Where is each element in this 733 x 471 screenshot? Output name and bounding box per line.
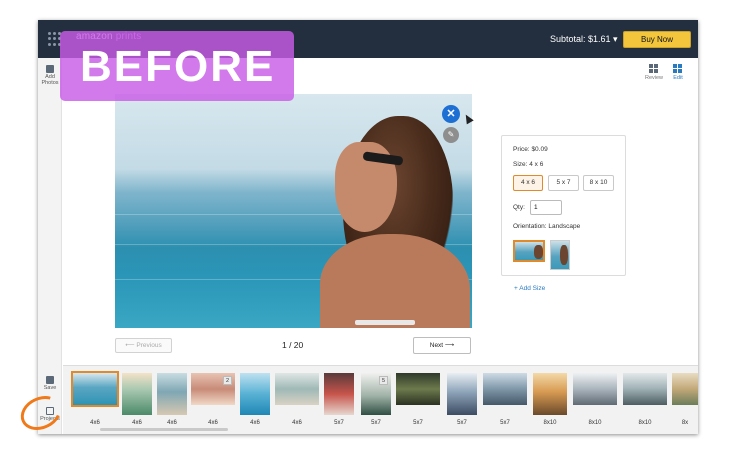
price-row: Price: $0.09 [513, 146, 548, 153]
add-photos-icon [46, 65, 54, 73]
size-value: 4 x 6 [529, 161, 544, 168]
thumbnail-scrollbar[interactable] [100, 428, 228, 431]
close-icon: ✕ [446, 108, 456, 120]
edit-view-icon [673, 64, 683, 73]
quantity-input[interactable]: 1 [530, 200, 562, 215]
thumbnail-caption: 5x7 [334, 420, 344, 426]
edit-label: Edit [673, 75, 683, 81]
thumbnail-caption: 5x7 [457, 420, 467, 426]
review-grid-icon [649, 64, 659, 73]
remove-photo-button[interactable]: ✕ [442, 105, 460, 123]
before-overlay-label: BEFORE [60, 31, 294, 101]
review-view-button[interactable]: Review [644, 64, 664, 81]
add-photos-button[interactable]: Add Photos [38, 65, 62, 86]
previous-button[interactable]: ⟵ Previous [115, 338, 172, 353]
thumbnail-caption: 5x7 [371, 420, 381, 426]
thumbnail-caption: 4x6 [208, 420, 218, 426]
thumbnail-caption: 4x6 [292, 420, 302, 426]
review-label: Review [644, 75, 664, 81]
photo-subject-strap [355, 320, 415, 325]
edit-photo-button[interactable]: ✎ [443, 127, 459, 143]
buy-now-button[interactable]: Buy Now [623, 31, 691, 48]
thumbnail-caption: 4x6 [250, 420, 260, 426]
thumbnail-caption: 4x6 [90, 420, 100, 426]
orientation-value: Landscape [548, 223, 581, 230]
add-size-link[interactable]: + Add Size [514, 285, 545, 292]
subtotal-dropdown[interactable]: Subtotal: $1.61 ▾ [550, 34, 618, 45]
thumbnail-caption: 8x10 [588, 420, 602, 426]
thumbnail-caption: 4x6 [132, 420, 142, 426]
orientation-label: Orientation: [513, 223, 547, 230]
price-label: Price: [513, 146, 530, 153]
size-option-4x6[interactable]: 4 x 6 [513, 175, 543, 191]
product-options-panel: Price: $0.09 Size: 4 x 6 4 x 6 5 x 7 8 x… [501, 135, 626, 276]
before-text: BEFORE [80, 42, 276, 91]
save-button[interactable]: Save [38, 376, 62, 391]
size-option-8x10[interactable]: 8 x 10 [583, 175, 614, 191]
next-button[interactable]: Next ⟶ [413, 337, 471, 354]
edit-view-button[interactable]: Edit [668, 64, 688, 81]
thumbnail-caption: 8x10 [638, 420, 652, 426]
size-row: Size: 4 x 6 [513, 161, 543, 168]
thumbnail-caption: 5x7 [413, 420, 423, 426]
size-label: Size: [513, 161, 528, 168]
page-indicator: 1 / 20 [282, 340, 304, 350]
pencil-icon: ✎ [447, 130, 455, 139]
left-sidebar: Add Photos Save Projects [38, 58, 62, 434]
save-label: Save [43, 385, 57, 391]
thumbnail-count-badge: 2 [223, 376, 232, 385]
price-value: $0.09 [531, 146, 548, 153]
thumbnail-caption: 8x10 [543, 420, 557, 426]
orientation-portrait-option[interactable] [550, 240, 570, 270]
add-photos-label: Add Photos [41, 74, 59, 86]
save-icon [46, 376, 54, 384]
orientation-row: Orientation: Landscape [513, 223, 580, 230]
main-photo-preview[interactable] [115, 94, 472, 328]
thumbnail-strip: 4x6 4x6 4x6 2 4x6 4x6 4x6 5x7 5 5x7 5x7 … [63, 365, 698, 434]
thumbnail-caption: 5x7 [500, 420, 510, 426]
thumbnail-caption: 8x [681, 420, 689, 426]
thumbnail-count-badge: 5 [379, 376, 388, 385]
orientation-landscape-option[interactable] [513, 240, 545, 262]
size-option-5x7[interactable]: 5 x 7 [548, 175, 579, 191]
qty-label: Qty: [513, 204, 525, 211]
thumbnail-caption: 4x6 [167, 420, 177, 426]
